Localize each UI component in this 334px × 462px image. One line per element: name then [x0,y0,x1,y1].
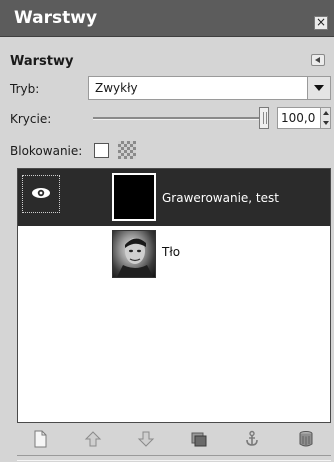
lock-pixels-checkbox[interactable] [94,143,109,158]
close-button[interactable]: × [314,16,328,30]
mode-label: Tryb: [10,82,40,96]
mode-select[interactable]: Zwykły [88,76,331,100]
opacity-slider-handle[interactable] [259,107,269,129]
window-title: Warstwy [14,8,98,28]
opacity-label: Krycie: [10,112,52,126]
opacity-slider-track[interactable] [93,117,268,120]
eye-icon [32,188,50,198]
layer-name[interactable]: Grawerowanie, test [162,191,279,205]
layer-thumbnail [112,230,156,278]
chevron-down-icon[interactable] [307,77,330,99]
dock-menu-button[interactable] [311,54,325,66]
delete-layer-icon[interactable] [297,430,315,448]
layer-thumbnail [112,173,156,221]
new-layer-icon[interactable] [31,430,49,448]
opacity-spin-button[interactable] [321,107,331,129]
layer-row[interactable]: Grawerowanie, test [18,169,330,226]
lock-alpha-checkbox[interactable] [118,141,136,159]
portrait-thumbnail-icon [117,238,153,277]
anchor-layer-icon[interactable] [243,430,261,448]
layers-list[interactable]: Grawerowanie, test Tło [17,168,331,423]
raise-layer-icon[interactable] [84,430,102,448]
dock-title: Warstwy [10,54,74,69]
lock-label: Blokowanie: [10,144,83,158]
layers-toolbar [17,426,331,452]
mode-value: Zwykły [95,81,138,95]
layer-row[interactable]: Tło [18,226,330,283]
opacity-input[interactable]: 100,0 [277,107,321,129]
layer-name[interactable]: Tło [162,245,180,259]
visibility-toggle[interactable] [22,175,60,213]
panel-divider [17,455,331,461]
duplicate-layer-icon[interactable] [190,430,208,448]
lower-layer-icon[interactable] [137,430,155,448]
window-titlebar[interactable]: Warstwy × [0,0,334,37]
